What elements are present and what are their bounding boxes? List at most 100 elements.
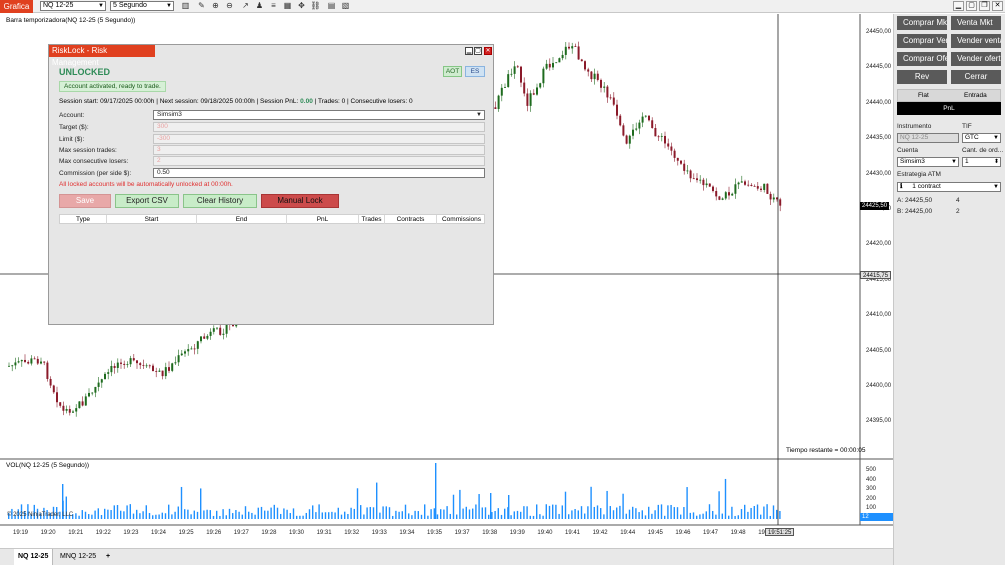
volume-bar [382,506,384,519]
volume-bar [78,515,80,519]
bar-style-icon[interactable]: ▥ [180,1,191,11]
instrument-field[interactable]: NQ 12-25 [897,133,959,143]
candle-body [632,129,634,136]
candle-body [158,370,161,372]
data-box-icon[interactable]: ▧ [340,1,351,11]
buy-market-button[interactable]: Comprar Mkt [897,16,947,30]
volume-bar [91,514,93,519]
chart-toolbar: Grafica NQ 12-25 ▼ 5 Segundo ▼ ▥ ✎ ⊕ ⊖ ↗ ♟… [0,0,1005,13]
tab-mnq[interactable]: MNQ 12-25 [56,549,100,565]
clear-history-button[interactable]: Clear History [183,194,257,208]
language-button[interactable]: ES [465,66,485,77]
header-commissions[interactable]: Commissions [437,215,486,224]
candle-body [750,184,753,186]
app-tab[interactable]: Grafica [0,0,33,13]
candle-body [715,191,718,197]
volume-bar [219,515,221,519]
tif-select[interactable]: GTC ▼ [962,133,1001,143]
zoom-out-icon[interactable]: ⊖ [224,1,235,11]
header-start[interactable]: Start [107,215,197,224]
link-icon[interactable]: ⛓ [310,1,321,11]
export-csv-button[interactable]: Export CSV [115,194,179,208]
account-select[interactable]: Simsim3 ▼ [897,157,959,167]
dialog-title[interactable]: RiskLock - Risk Management [49,45,155,67]
header-contracts[interactable]: Contracts [385,215,437,224]
candle-body [702,179,705,186]
candle-body [171,363,174,371]
volume-bar [324,512,327,519]
maximize-icon[interactable]: ▢ [966,1,977,11]
minimize-icon[interactable]: ▁ [465,47,473,55]
volume-bar [772,505,775,519]
candle-body [708,183,711,187]
sell-market-button[interactable]: Venta Mkt [951,16,1001,30]
zoom-in-icon[interactable]: ⊕ [210,1,221,11]
instrument-select[interactable]: NQ 12-25 ▼ [40,1,106,11]
buy-bid-button[interactable]: Comprar Oferta [897,52,947,66]
candle-body [59,402,62,406]
volume-bar [638,512,640,519]
header-type[interactable]: Type [60,215,107,224]
max-losers-input[interactable]: 2 [153,156,485,166]
candle-body [622,125,625,136]
strategies-icon[interactable]: ♟ [254,1,265,11]
volume-bar [193,510,195,519]
volume-bar [264,510,266,519]
indicators-icon[interactable]: ↗ [240,1,251,11]
time-tick: 19:39 [509,530,525,536]
candle-body [145,365,148,367]
volume-bar [155,514,157,519]
volume-bar [606,490,608,519]
drawing-tool-icon[interactable]: ✎ [196,1,207,11]
close-position-button[interactable]: Cerrar [951,70,1001,84]
volume-indicator-label: VOL(NQ 12-25 (5 Segundo)) [6,462,90,469]
minimize-icon[interactable]: ▁ [953,1,964,11]
sell-ask-button[interactable]: Vender venta [951,34,1001,48]
volume-bar [379,512,381,519]
crosshair-icon[interactable]: ✥ [296,1,307,11]
quantity-stepper[interactable]: 1 ⬍ [962,157,1001,167]
tab-nq[interactable]: NQ 12-25 [14,549,54,565]
volume-bar [171,514,173,519]
buy-ask-button[interactable]: Comprar Venta [897,34,947,48]
candle-body [97,382,100,387]
interval-select[interactable]: 5 Segundo ▼ [110,1,174,11]
maximize-icon[interactable]: ▢ [474,47,482,55]
header-end[interactable]: End [197,215,287,224]
volume-bar [500,514,503,519]
limit-input[interactable]: -300 [153,134,485,144]
save-button[interactable]: Save [59,194,111,208]
commission-input[interactable]: 0.50 [153,168,485,178]
header-pnl[interactable]: PnL [287,215,359,224]
volume-tick: 300 [866,486,877,493]
properties-icon[interactable]: ≡ [268,1,279,11]
volume-bar [766,504,768,519]
spinner-icon[interactable]: ⬍ [994,158,999,166]
close-icon[interactable]: ✕ [484,47,492,55]
aot-toggle[interactable]: AOT [443,66,462,77]
reverse-button[interactable]: Rev [897,70,947,84]
header-trades[interactable]: Trades [359,215,385,224]
volume-bar [302,515,304,519]
candle-body [590,71,593,80]
volume-bar [491,512,493,519]
account-select[interactable]: Simsim3 ▼ [153,110,485,120]
manual-lock-button[interactable]: Manual Lock [261,194,339,208]
restore-icon[interactable]: ❐ [979,1,990,11]
volume-bar [728,515,730,519]
chart-trader-icon[interactable]: ▤ [326,1,337,11]
atm-select[interactable]: ℹ 1 contract ▼ [897,182,1001,192]
volume-bar [376,482,378,519]
templates-icon[interactable]: ▦ [282,1,293,11]
max-trades-input[interactable]: 3 [153,145,485,155]
volume-bar [260,506,263,519]
chevron-down-icon: ▼ [98,3,104,9]
close-window-icon[interactable]: ✕ [992,1,1003,11]
volume-bar [564,491,567,519]
sell-bid-button[interactable]: Vender oferta [951,52,1001,66]
volume-bar [200,488,202,519]
target-input[interactable]: 300 [153,122,485,132]
volume-bar [126,505,128,519]
add-tab-icon[interactable]: + [102,549,114,565]
volume-bar [523,506,525,519]
